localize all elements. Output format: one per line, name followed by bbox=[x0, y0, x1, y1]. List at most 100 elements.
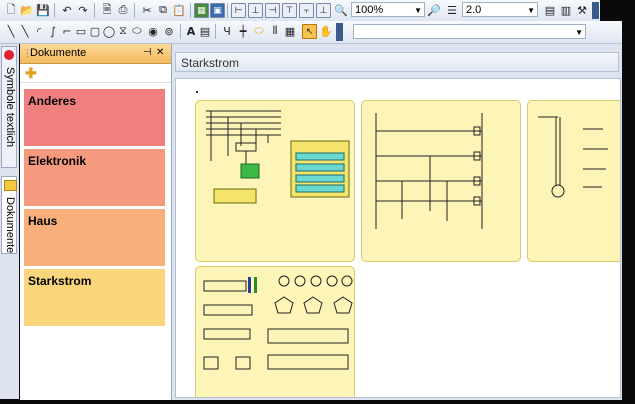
rounded-rectangle-icon[interactable]: ▢ bbox=[88, 24, 102, 38]
document-item-haus[interactable]: Haus bbox=[24, 209, 165, 266]
document-title-bar: Starkstrom bbox=[175, 52, 619, 72]
tools-icon[interactable]: ⚒ bbox=[575, 3, 589, 17]
separator bbox=[94, 3, 95, 18]
document-item-label: Elektronik bbox=[28, 154, 87, 168]
diamond-icon[interactable]: ⬭ bbox=[130, 24, 144, 38]
line-width-value: 2.0 bbox=[466, 4, 482, 16]
chevron-down-icon: ▼ bbox=[575, 28, 583, 37]
toolbar-overflow-chevron[interactable] bbox=[592, 2, 599, 19]
tab-documents-label: Dokumente bbox=[4, 197, 16, 254]
document-title: Starkstrom bbox=[181, 56, 240, 70]
lamp-icon[interactable]: ⬭ bbox=[252, 24, 266, 38]
schematic-drawing bbox=[538, 116, 608, 198]
drawing-toolbar: ╲ ╲ ◜ ∫ ⌐ ▭ ▢ ◯ ⧖ ⬭ ◉ ⊚ A ▤ Ч ┿ ⬭ ⦀ ▦ ↖ … bbox=[0, 21, 622, 44]
undo-icon[interactable]: ↶ bbox=[60, 3, 74, 17]
new-document-icon[interactable]: 🗋 bbox=[4, 3, 18, 17]
close-icon[interactable]: ✕ bbox=[156, 47, 164, 58]
folder-icon bbox=[4, 180, 17, 191]
line-icon[interactable]: ╲ bbox=[4, 24, 18, 38]
paste-icon[interactable]: 📋 bbox=[172, 3, 186, 17]
tab-symbols[interactable]: Symbole textlich bbox=[1, 46, 17, 168]
separator bbox=[227, 3, 228, 18]
separator bbox=[190, 3, 191, 18]
tab-documents[interactable]: Dokumente bbox=[1, 176, 17, 254]
pointer-icon[interactable]: ↖ bbox=[302, 24, 317, 39]
save-icon[interactable]: 💾 bbox=[36, 3, 50, 17]
align-top-icon[interactable]: ⊤ bbox=[282, 3, 297, 18]
document-item-label: Anderes bbox=[28, 94, 77, 108]
layout-rows-icon[interactable]: ▤ bbox=[543, 3, 557, 17]
picture-icon[interactable]: ▣ bbox=[210, 3, 225, 18]
schematic-drawing bbox=[375, 113, 483, 229]
align-left-icon[interactable]: ⊢ bbox=[231, 3, 246, 18]
grid-icon[interactable]: ▦ bbox=[283, 24, 297, 38]
tab-symbols-label: Symbole textlich bbox=[4, 67, 16, 148]
copy-icon[interactable]: ⧉ bbox=[156, 3, 170, 17]
page-thumbnail[interactable] bbox=[361, 100, 521, 262]
schematic-drawing bbox=[206, 110, 350, 204]
separator bbox=[180, 24, 181, 39]
curve-icon[interactable]: ∫ bbox=[46, 24, 60, 38]
document-area: Starkstrom bbox=[172, 44, 622, 400]
zoom-in-icon[interactable]: 🔍 bbox=[334, 3, 348, 17]
layout-columns-icon[interactable]: ▥ bbox=[559, 3, 573, 17]
separator bbox=[215, 24, 216, 39]
add-icon[interactable]: ✚ bbox=[25, 65, 37, 82]
page-thumbnail[interactable] bbox=[527, 100, 620, 262]
rectangle-icon[interactable]: ▭ bbox=[74, 24, 88, 38]
outer-edge bbox=[622, 21, 635, 400]
documents-panel-title: Dokumente bbox=[30, 47, 87, 59]
align-middle-icon[interactable]: ⫟ bbox=[299, 3, 314, 18]
connector-icon[interactable]: Ч bbox=[220, 24, 234, 38]
document-item-label: Starkstrom bbox=[28, 274, 92, 288]
hourglass-icon[interactable]: ⧖ bbox=[116, 24, 130, 38]
separator bbox=[134, 3, 135, 18]
hand-pan-icon[interactable]: ✋ bbox=[319, 24, 333, 38]
symbol-sheet-drawing bbox=[203, 275, 353, 370]
heart-icon bbox=[4, 50, 14, 60]
documents-panel: ⋮ Dokumente ⊣ ✕ ✚ Anderes Elektronik Hau… bbox=[20, 44, 172, 400]
zoom-combo[interactable]: 100% ▼ bbox=[351, 2, 425, 17]
document-item-elektronik[interactable]: Elektronik bbox=[24, 149, 165, 206]
documents-panel-toolbar: ✚ bbox=[20, 64, 171, 83]
page-thumbnail[interactable] bbox=[195, 266, 355, 397]
zoom-out-icon[interactable]: 🔎 bbox=[427, 3, 441, 17]
textbox-icon[interactable]: ▤ bbox=[198, 24, 212, 38]
print-preview-icon[interactable]: 🗎 bbox=[100, 3, 114, 17]
arc-icon[interactable]: ◜ bbox=[32, 24, 46, 38]
ellipse-icon[interactable]: ◯ bbox=[102, 24, 116, 38]
align-bottom-icon[interactable]: ⊥ bbox=[316, 3, 331, 18]
separator bbox=[54, 3, 55, 18]
document-item-anderes[interactable]: Anderes bbox=[24, 89, 165, 146]
align-center-icon[interactable]: ⊥ bbox=[248, 3, 263, 18]
text-icon[interactable]: A bbox=[184, 24, 198, 38]
pin-icon[interactable]: ⊣ bbox=[143, 47, 152, 58]
redo-icon[interactable]: ↷ bbox=[76, 3, 90, 17]
cut-icon[interactable]: ✂ bbox=[140, 3, 154, 17]
open-folder-icon[interactable]: 📂 bbox=[20, 3, 34, 17]
document-item-starkstrom[interactable]: Starkstrom bbox=[24, 269, 165, 326]
page-thumbnail[interactable] bbox=[195, 100, 355, 262]
document-item-label: Haus bbox=[28, 214, 58, 228]
polyline-icon[interactable]: ⌐ bbox=[60, 24, 74, 38]
print-icon[interactable]: ⎙ bbox=[116, 3, 130, 17]
zoom-value: 100% bbox=[355, 4, 384, 16]
circles-icon[interactable]: ⊚ bbox=[162, 24, 176, 38]
line-width-icon: ☰ bbox=[447, 3, 457, 17]
side-tab-strip: Symbole textlich Dokumente bbox=[0, 44, 19, 399]
diagonal-line-icon[interactable]: ╲ bbox=[18, 24, 32, 38]
documents-panel-header: ⋮ Dokumente ⊣ ✕ bbox=[20, 44, 171, 64]
toolbar-overflow-chevron[interactable] bbox=[336, 23, 343, 41]
bus-icon[interactable]: ⦀ bbox=[268, 24, 282, 38]
eye-icon[interactable]: ◉ bbox=[146, 24, 160, 38]
image-icon[interactable]: ▦ bbox=[194, 3, 209, 18]
canvas-marker bbox=[196, 91, 198, 93]
chevron-down-icon: ▼ bbox=[527, 6, 535, 15]
junction-icon[interactable]: ┿ bbox=[236, 24, 250, 38]
page-canvas[interactable] bbox=[175, 78, 621, 398]
align-right-icon[interactable]: ⊣ bbox=[265, 3, 280, 18]
line-width-combo[interactable]: 2.0 ▼ bbox=[462, 2, 538, 17]
main-toolbar: 🗋 📂 💾 ↶ ↷ 🗎 ⎙ ✂ ⧉ 📋 ▦ ▣ ⊢ ⊥ ⊣ ⊤ ⫟ ⊥ 🔍 10… bbox=[0, 0, 600, 22]
font-combo[interactable]: ▼ bbox=[353, 24, 586, 39]
chevron-down-icon: ▼ bbox=[414, 6, 422, 15]
